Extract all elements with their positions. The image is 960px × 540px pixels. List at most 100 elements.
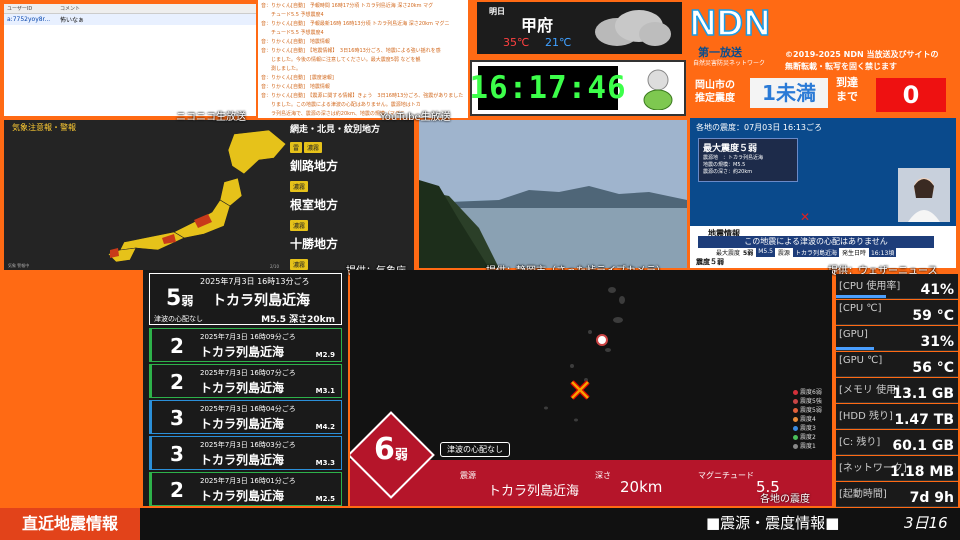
weather-low: 21℃	[545, 36, 572, 49]
eq-intensity: 3	[170, 442, 184, 466]
jma-depth-label: 深さ	[595, 471, 611, 480]
ndn-copyright-2: 無断転載・転写を固く禁じます	[785, 62, 897, 71]
system-stat-label: [メモリ 使用]	[839, 385, 900, 396]
mascot-icon	[640, 66, 676, 111]
eq-time: 2025年7月3日 16時04分ごろ	[200, 405, 296, 413]
estimated-intensity-label-2: 推定震度	[695, 93, 735, 104]
warning-map-panel: 気象注意報・警報 網走・北見・紋別地方雷濃霧 釧路地方 濃霧 根室地方 濃霧 十勝地方 濃霧…	[4, 120, 414, 270]
system-stat-row: [C: 残り] 60.1 GB	[836, 430, 958, 455]
log-line: 音：りかくん[自動] 【震源に関する情報】きょう 3日16時13分ごろ、強震があ…	[261, 93, 464, 99]
wni-src-1: 震源地 ：トカラ列島近海	[703, 155, 764, 161]
wni-row2-mag: M5.5	[756, 248, 775, 257]
log-line: じました。今後の情報に注意してください。最大震度5弱 などを観	[261, 57, 421, 63]
warning-region-name: 網走・北見・紋別地方	[290, 125, 381, 135]
eq-history-item[interactable]: 3 2025年7月3日 16時04分ごろ トカラ列島近海 M4.2	[149, 400, 342, 434]
wni-src-3: 震源の深さ：約20km	[703, 169, 753, 175]
comment-panel: ユーザーID コメント a:7752yoy8r... 怖いなぁ	[4, 4, 256, 116]
eq-history-item[interactable]: 2 2025年7月3日 16時01分ごろ トカラ列島近海 M2.5	[149, 472, 342, 506]
eq-history-item[interactable]: 3 2025年7月3日 16時03分ごろ トカラ列島近海 M3.3	[149, 436, 342, 470]
weather-city: 甲府	[521, 16, 554, 35]
weather-high: 35℃	[503, 36, 530, 49]
eq-intensity: 2	[170, 478, 184, 502]
eq-history-item[interactable]: 2 2025年7月3日 16時07分ごろ トカラ列島近海 M3.1	[149, 364, 342, 398]
jma-intensity: 6弱	[370, 432, 412, 467]
warning-tag: 濃霧	[304, 142, 323, 153]
eq-place: トカラ列島近海	[200, 381, 285, 395]
legend-dot	[793, 408, 798, 413]
system-stat-value: 59 °C	[912, 308, 954, 324]
comment-header: ユーザーID コメント	[4, 4, 256, 14]
log-line: 音：りかくん[自動] 予報時間 16時17分頃 トカラ列島近海 深さ20km マ…	[261, 3, 434, 9]
system-stat-row: [CPU ℃] 59 °C	[836, 300, 958, 325]
system-stat-value: 7d 9h	[909, 490, 954, 506]
weather-day-label: 明日	[489, 7, 505, 16]
legend-item: 震度6弱	[793, 388, 822, 397]
wni-title: 各地の震度：07月03日 16:13ごろ	[696, 123, 822, 132]
log-line: 音：りかくん[自動] 予報最新16時 16時13分頃 トカラ列島近海 深さ20k…	[261, 21, 450, 27]
jma-depth: 20km	[620, 478, 663, 496]
warning-region: 網走・北見・紋別地方雷濃霧	[290, 122, 410, 154]
system-stat-row: [メモリ 使用] 13.1 GB	[836, 378, 958, 403]
wni-row2-src-label: 震源	[777, 250, 790, 257]
clock-time: 16:17:46	[470, 70, 627, 106]
legend-label: 震度3	[800, 425, 816, 432]
latest-eq-intensity-num: 5	[166, 286, 182, 311]
eq-magnitude: M2.9	[315, 351, 335, 359]
eq-place: トカラ列島近海	[200, 345, 285, 359]
legend-label: 震度1	[800, 443, 816, 450]
ndn-copyright: ©2019-2025 NDN 当放送及びサイトの	[785, 50, 939, 59]
system-stat-row: [CPU 使用率] 41%	[836, 274, 958, 299]
warning-region: 根室地方 濃霧	[290, 196, 410, 232]
japan-map	[107, 129, 287, 263]
eq-history-item[interactable]: 2 2025年7月3日 16時09分ごろ トカラ列島近海 M2.9	[149, 328, 342, 362]
legend-label: 震度2	[800, 434, 816, 441]
system-stat-row: [GPU] 31%	[836, 326, 958, 351]
warning-tag: 雷	[290, 142, 303, 153]
wni-row2-max: 5弱	[743, 250, 754, 257]
warning-map-footer-right: 2/10	[270, 264, 279, 269]
wni-row2-time-label: 発生日時	[841, 250, 866, 257]
legend-item: 震度4	[793, 415, 822, 424]
legend-item: 震度2	[793, 433, 822, 442]
warning-region: 釧路地方 濃霧	[290, 157, 410, 193]
legend-item: 震度1	[793, 442, 822, 451]
jma-map-panel: 震度6弱 震度5強 震度5弱 震度4 震度3 震度2 震度1 6弱 津波の心配なし 震源 ト…	[350, 270, 832, 506]
wni-bottom: 震度５弱	[696, 258, 724, 266]
legend-label: 震度5強	[800, 398, 822, 405]
clock-panel: 16:17:46	[470, 60, 686, 116]
eq-magnitude: M2.5	[315, 495, 335, 503]
system-stat-bar	[836, 347, 874, 350]
warning-tag: 濃霧	[290, 220, 309, 231]
system-stat-label: [CPU 使用率]	[839, 281, 901, 292]
system-stat-label: [GPU ℃]	[839, 355, 883, 366]
log-line: チュード5.5 予想震度4	[261, 30, 324, 36]
eq-intensity: 3	[170, 406, 184, 430]
jma-hypo-label: 震源	[460, 471, 476, 480]
system-stat-label: [起動時間]	[839, 489, 887, 500]
legend-item: 震度5強	[793, 397, 822, 406]
latest-eq-intensity: 5弱	[166, 286, 193, 311]
wni-max: 最大震度５弱	[703, 144, 758, 154]
estimated-intensity-value: 1未満	[750, 78, 828, 108]
wni-row2-label: 最大震度	[716, 250, 741, 257]
latest-eq-mag-depth: M5.5 深さ20km	[261, 315, 335, 325]
system-stat-value: 31%	[920, 334, 954, 350]
latest-eq-place: トカラ列島近海	[212, 293, 310, 309]
eq-magnitude: M3.1	[315, 387, 335, 395]
footer-ticker: ■震源・震度情報■	[706, 514, 840, 532]
latest-eq-intensity-suffix: 弱	[181, 294, 194, 308]
wni-row2-src: トカラ列島近海	[792, 248, 839, 257]
intensity-legend: 震度6弱 震度5強 震度5弱 震度4 震度3 震度2 震度1	[793, 388, 822, 451]
epicenter-marker-icon: ✕	[800, 210, 811, 224]
weather-panel: 明日 甲府 35℃ 21℃	[477, 2, 682, 54]
system-stat-label: [C: 残り]	[839, 437, 881, 448]
comment-user[interactable]: a:7752yoy8r...	[4, 16, 60, 23]
eq-intensity: 2	[170, 370, 184, 394]
legend-label: 震度6弱	[800, 389, 822, 396]
legend-dot	[793, 444, 798, 449]
comment-row[interactable]: a:7752yoy8r... 怖いなぁ	[4, 14, 256, 25]
log-line: 音：りかくん[自動] 地震情報	[261, 84, 330, 90]
footer-left: 直近地震情報	[0, 508, 140, 540]
legend-dot	[793, 426, 798, 431]
ndn-logo: NDN	[689, 1, 771, 44]
